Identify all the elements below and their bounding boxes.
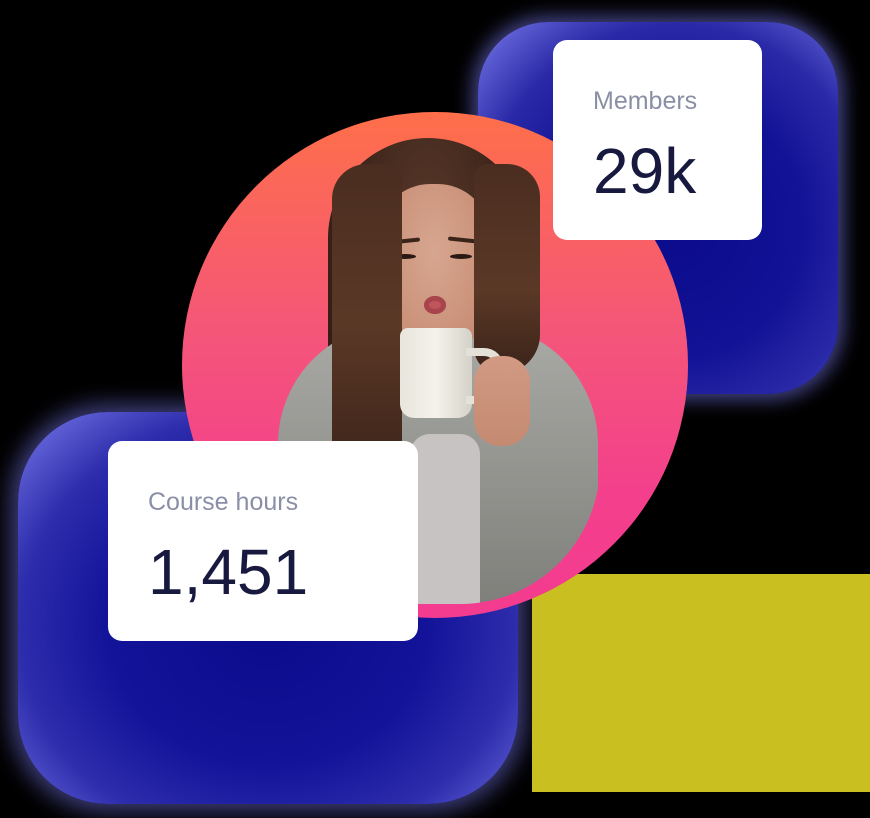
person-lips xyxy=(424,296,446,314)
person-eye-right xyxy=(450,254,472,259)
person-hair-front-left xyxy=(332,164,402,484)
course-hours-stat-card: Course hours 1,451 xyxy=(108,441,418,641)
members-stat-card: Members 29k xyxy=(553,40,762,240)
coffee-mug xyxy=(400,328,472,418)
course-hours-stat-label: Course hours xyxy=(148,488,299,516)
person-hair-front-right xyxy=(474,164,540,374)
person-hand xyxy=(474,356,530,446)
person-shirt xyxy=(410,434,480,604)
members-stat-label: Members xyxy=(593,87,698,115)
olive-background-block xyxy=(532,574,870,792)
members-stat-value: 29k xyxy=(593,135,697,207)
course-hours-stat-value: 1,451 xyxy=(148,536,309,608)
